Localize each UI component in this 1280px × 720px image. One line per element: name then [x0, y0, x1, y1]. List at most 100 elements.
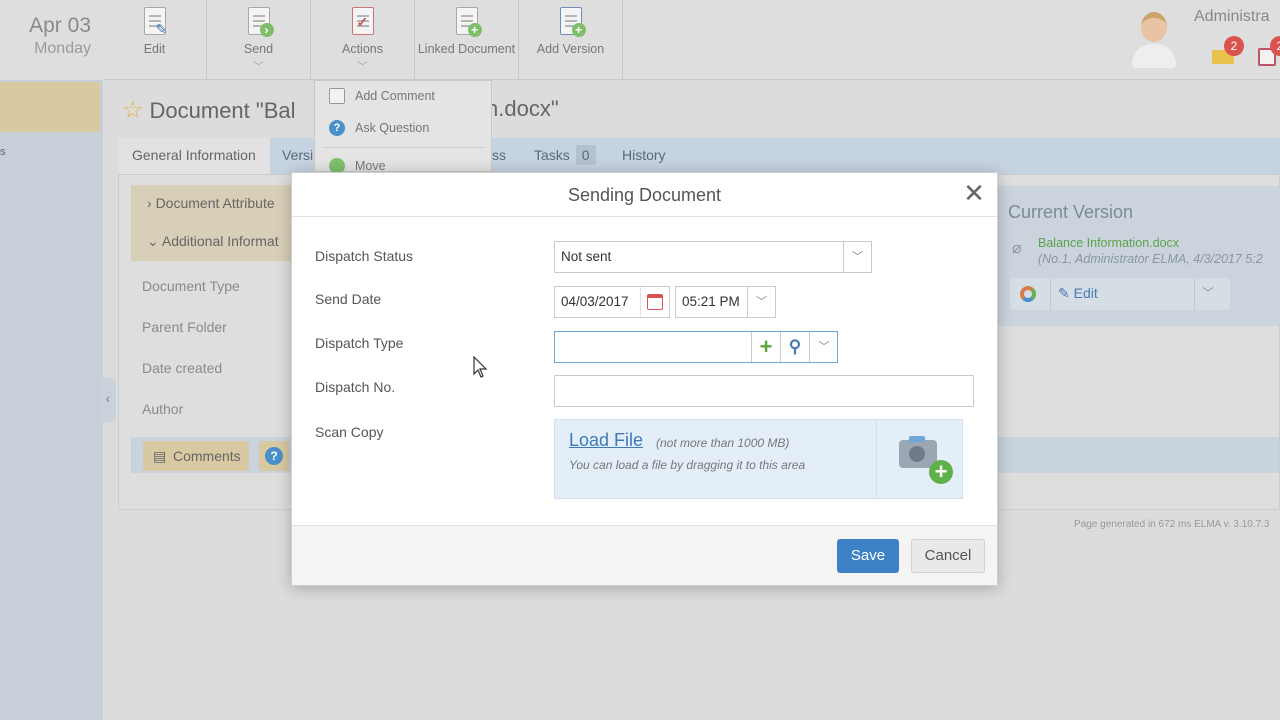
comment-icon	[329, 88, 345, 104]
dispatch-type-field[interactable]: + ⚲ ﹀	[554, 331, 838, 363]
sidebar-item-fragment[interactable]: s	[0, 146, 6, 158]
actions-checklist-icon: ✓	[348, 7, 378, 39]
collapse-sidebar-button[interactable]: ‹	[100, 378, 116, 422]
send-button-label: Send	[243, 42, 274, 56]
add-version-label: Add Version	[536, 42, 605, 56]
chevron-down-icon[interactable]: ﹀	[809, 332, 838, 362]
help-button[interactable]: ?	[259, 441, 289, 471]
cancel-button[interactable]: Cancel	[911, 539, 985, 573]
menu-item-add-comment[interactable]: Add Comment	[315, 81, 493, 111]
current-version-file-link[interactable]: Balance Information.docx	[1038, 236, 1179, 250]
open-in-app-icon[interactable]	[1020, 286, 1036, 302]
current-version-edit-button[interactable]: ✎ Edit	[1058, 278, 1098, 308]
section-label: Document Attribute	[155, 195, 275, 211]
pencil-icon: ✎	[1058, 285, 1070, 301]
send-date-input[interactable]: 04/03/2017	[554, 286, 670, 318]
scan-copy-label: Scan Copy	[315, 424, 384, 440]
document-tabs: General Information Versi ss Tasks 0 Hist…	[118, 138, 1280, 174]
tab-tasks[interactable]: Tasks 0	[520, 138, 610, 174]
file-size-limit: (not more than 1000 MB)	[656, 436, 790, 450]
field-label: Parent Folder	[142, 319, 227, 335]
chevron-down-icon[interactable]: ﹀	[1202, 278, 1214, 308]
menu-item-label: Ask Question	[355, 121, 430, 135]
dispatch-status-label: Dispatch Status	[315, 248, 414, 264]
sidebar-active-item[interactable]	[0, 82, 100, 132]
chevron-down-icon[interactable]: ﹀	[843, 242, 871, 272]
add-icon[interactable]: +	[751, 332, 780, 362]
send-button[interactable]: › Send ﹀	[207, 0, 311, 80]
calendar-icon[interactable]	[647, 294, 663, 310]
current-version-meta: (No.1, Administrator ELMA, 4/3/2017 5:2	[1038, 252, 1263, 266]
comment-icon: ▤	[153, 448, 167, 464]
section-label: Additional Informat	[161, 233, 279, 249]
chevron-down-icon[interactable]: ﹀	[747, 287, 775, 317]
page-generated-info: Page generated in 672 ms ELMA v. 3.10.7.…	[1074, 519, 1270, 530]
add-icon: +	[929, 460, 953, 484]
comments-label: Comments	[173, 448, 241, 464]
top-toolbar: ✎ Edit › Send ﹀ ✓ Actions ﹀ + Linked Doc…	[103, 0, 1280, 80]
field-label: Document Type	[142, 278, 240, 294]
send-date-label: Send Date	[315, 291, 382, 307]
save-button[interactable]: Save	[837, 539, 899, 573]
messages-notification[interactable]: 2	[1212, 36, 1244, 64]
menu-item-label: Add Comment	[355, 89, 435, 103]
dialog-title: Sending Document	[567, 185, 722, 205]
sending-document-dialog: Sending Document ✕ Dispatch Status Not s…	[291, 172, 998, 586]
current-version-title: Current Version	[1008, 202, 1134, 222]
question-icon: ?	[265, 447, 283, 465]
field-label: Author	[142, 401, 184, 417]
page-title: ☆ Document "Bal n.docx"	[122, 96, 559, 125]
comments-button[interactable]: ▤ Comments	[143, 441, 249, 471]
avatar[interactable]	[1130, 8, 1178, 68]
section-additional-information[interactable]: ⌄ Additional Informat	[131, 223, 301, 261]
dispatch-status-select[interactable]: Not sent ﹀	[554, 241, 872, 273]
load-file-link[interactable]: Load File	[569, 430, 643, 451]
tab-history[interactable]: History	[608, 138, 680, 174]
scan-button[interactable]: +	[876, 420, 962, 498]
actions-button[interactable]: ✓ Actions ﹀	[311, 0, 415, 80]
actions-button-label: Actions	[342, 42, 383, 56]
user-panel: Administra 2 2	[1120, 0, 1280, 80]
edit-button-label: Edit	[143, 42, 166, 56]
search-icon[interactable]: ⚲	[780, 332, 809, 362]
dialog-footer: Save Cancel	[292, 525, 997, 585]
dispatch-number-input[interactable]	[554, 375, 974, 407]
tasks-count-badge: 0	[575, 145, 596, 165]
chevron-down-icon: ﹀	[253, 62, 264, 73]
send-time-input[interactable]: 05:21 PM ﹀	[675, 286, 776, 318]
date-label: Apr 03	[29, 14, 91, 37]
edit-label: Edit	[1073, 285, 1098, 301]
title-end: n.docx"	[486, 96, 559, 121]
date-widget: Apr 03 Monday	[0, 0, 103, 80]
star-icon[interactable]: ☆	[122, 97, 144, 124]
add-version-button[interactable]: + Add Version	[519, 0, 623, 80]
menu-item-label: Move	[355, 159, 386, 173]
title-start: Document "Bal	[149, 98, 296, 123]
dialog-header: Sending Document ✕	[292, 173, 997, 217]
send-document-icon: ›	[244, 7, 274, 39]
tab-tasks-label: Tasks	[534, 147, 570, 163]
linked-document-button[interactable]: + Linked Document	[415, 0, 519, 80]
dispatch-status-value: Not sent	[561, 249, 612, 264]
linked-document-label: Linked Document	[417, 42, 516, 56]
file-drop-area[interactable]: Load File (not more than 1000 MB) You ca…	[554, 419, 963, 499]
actions-dropdown-menu: Add Comment ? Ask Question Move	[314, 80, 493, 174]
linked-document-icon: +	[452, 7, 482, 39]
edit-button[interactable]: ✎ Edit	[103, 0, 207, 80]
send-date-value: 04/03/2017	[561, 294, 629, 309]
question-icon: ?	[329, 120, 345, 136]
field-label: Date created	[142, 360, 223, 376]
section-document-attributes[interactable]: › Document Attribute	[131, 185, 301, 223]
edit-document-icon: ✎	[140, 7, 170, 39]
add-version-icon: +	[556, 7, 586, 39]
user-name[interactable]: Administra	[1194, 8, 1270, 26]
menu-item-ask-question[interactable]: ? Ask Question	[315, 113, 493, 143]
tasks-notification[interactable]: 2	[1258, 36, 1280, 66]
weekday-label: Monday	[34, 40, 91, 57]
tab-general-information[interactable]: General Information	[118, 138, 270, 174]
current-version-actions: ✎ Edit ﹀	[1010, 278, 1230, 310]
drag-drop-hint: You can load a file by dragging it to th…	[569, 458, 806, 472]
current-version-panel: Current Version ⌀ Balance Information.do…	[998, 186, 1280, 326]
messages-badge: 2	[1224, 36, 1244, 56]
close-icon[interactable]: ✕	[959, 179, 989, 209]
